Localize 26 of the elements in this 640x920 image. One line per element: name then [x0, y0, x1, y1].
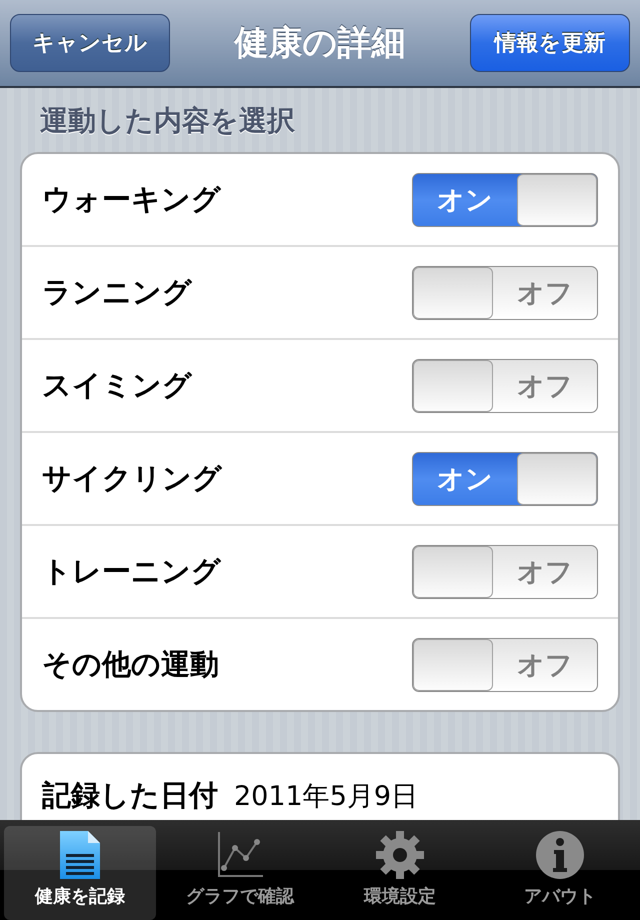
update-button[interactable]: 情報を更新 [470, 14, 630, 72]
exercise-label: スイミング [42, 366, 192, 404]
tab-item[interactable]: 健康を記録 [4, 826, 156, 920]
toggle-switch[interactable]: オフ [412, 544, 598, 598]
toggle-switch[interactable]: オフ [412, 266, 598, 320]
settings-icon [375, 830, 425, 880]
toggle-switch[interactable]: オン [412, 172, 598, 226]
date-value: 2011年5月9日 [234, 780, 418, 814]
exercise-label: その他の運動 [42, 646, 219, 682]
toggle-switch[interactable]: オン [412, 452, 598, 506]
exercise-label: ウォーキング [42, 180, 221, 218]
date-label: 記録した日付 [42, 777, 218, 814]
exercise-label: サイクリング [42, 460, 222, 496]
section-header: 運動した内容を選択 [39, 103, 296, 139]
document-icon [58, 830, 102, 880]
cancel-button[interactable]: キャンセル [10, 14, 170, 72]
line-chart-icon [215, 830, 265, 880]
tab-item[interactable]: 環境設定 [324, 826, 476, 920]
tab-item[interactable]: グラフで確認 [164, 826, 316, 920]
exercise-label: トレーニング [42, 552, 221, 590]
nav-title: 健康の詳細 [234, 22, 406, 65]
toggle-switch[interactable]: オフ [412, 358, 598, 412]
tab-item[interactable]: アバウト [484, 826, 636, 920]
toggle-switch[interactable]: オフ [412, 638, 598, 692]
info-icon [535, 830, 585, 880]
exercise-label: ランニング [42, 274, 192, 310]
